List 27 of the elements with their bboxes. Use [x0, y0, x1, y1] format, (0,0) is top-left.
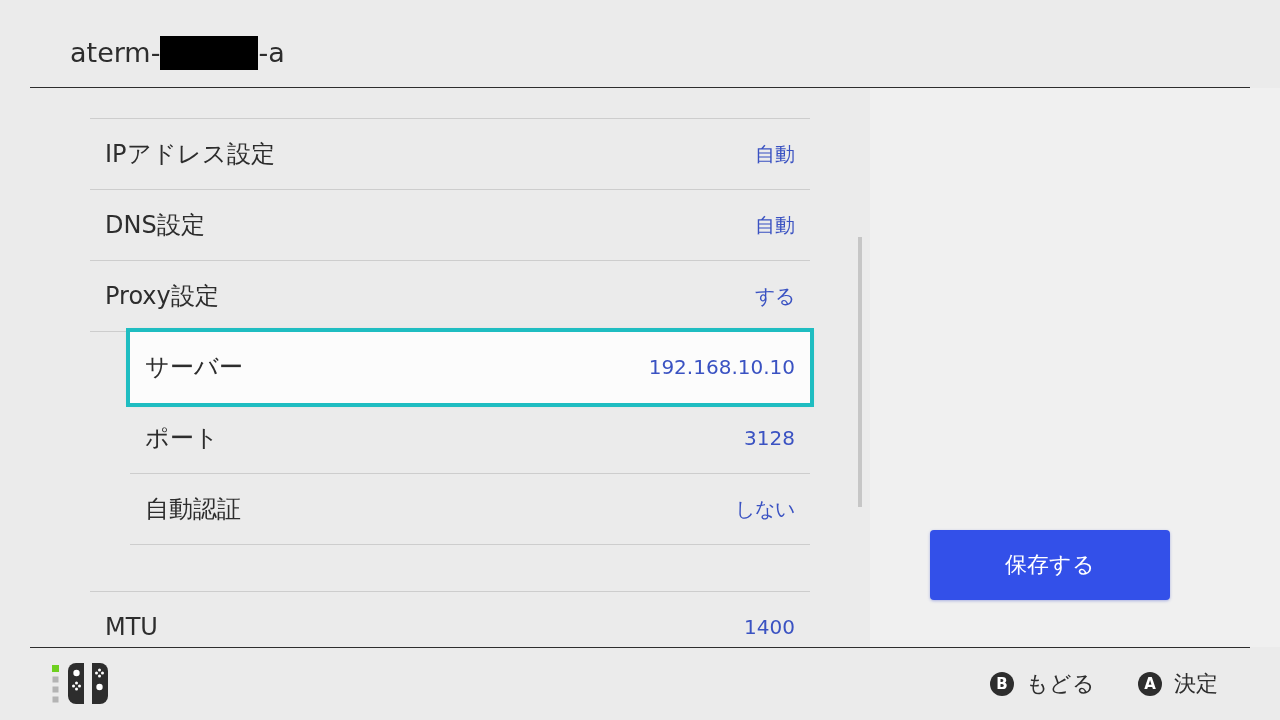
setting-value: 192.168.10.10 — [648, 355, 795, 379]
button-glyph: B — [990, 672, 1014, 696]
setting-value: しない — [735, 497, 795, 521]
settings-row[interactable]: 自動認証 しない — [130, 474, 810, 545]
setting-value: 1400 — [744, 615, 795, 639]
setting-value: 自動 — [755, 142, 795, 166]
controller-icon — [52, 663, 109, 705]
setting-label: DNS設定 — [105, 211, 205, 239]
hint-label: 決定 — [1174, 670, 1218, 698]
setting-value: 自動 — [755, 213, 795, 237]
title-text: aterm- — [70, 36, 161, 70]
settings-row[interactable]: MTU 1400 — [90, 592, 810, 647]
title-text: -a — [258, 36, 285, 70]
setting-value: する — [755, 284, 795, 308]
hint-label: もどる — [1026, 670, 1095, 698]
setting-label: 自動認証 — [145, 495, 241, 523]
save-button[interactable]: 保存する — [930, 530, 1170, 600]
settings-row[interactable]: IPアドレス設定 自動 — [90, 119, 810, 189]
settings-row[interactable]: DNS設定 自動 — [90, 190, 810, 260]
setting-label: Proxy設定 — [105, 282, 219, 310]
setting-label: ポート — [145, 424, 219, 452]
settings-row[interactable]: ポート 3128 — [130, 403, 810, 474]
setting-value: 3128 — [744, 426, 795, 450]
button-glyph: A — [1138, 672, 1162, 696]
setting-label: MTU — [105, 613, 158, 641]
setting-label: サーバー — [145, 353, 243, 381]
setting-label: IPアドレス設定 — [105, 140, 275, 168]
